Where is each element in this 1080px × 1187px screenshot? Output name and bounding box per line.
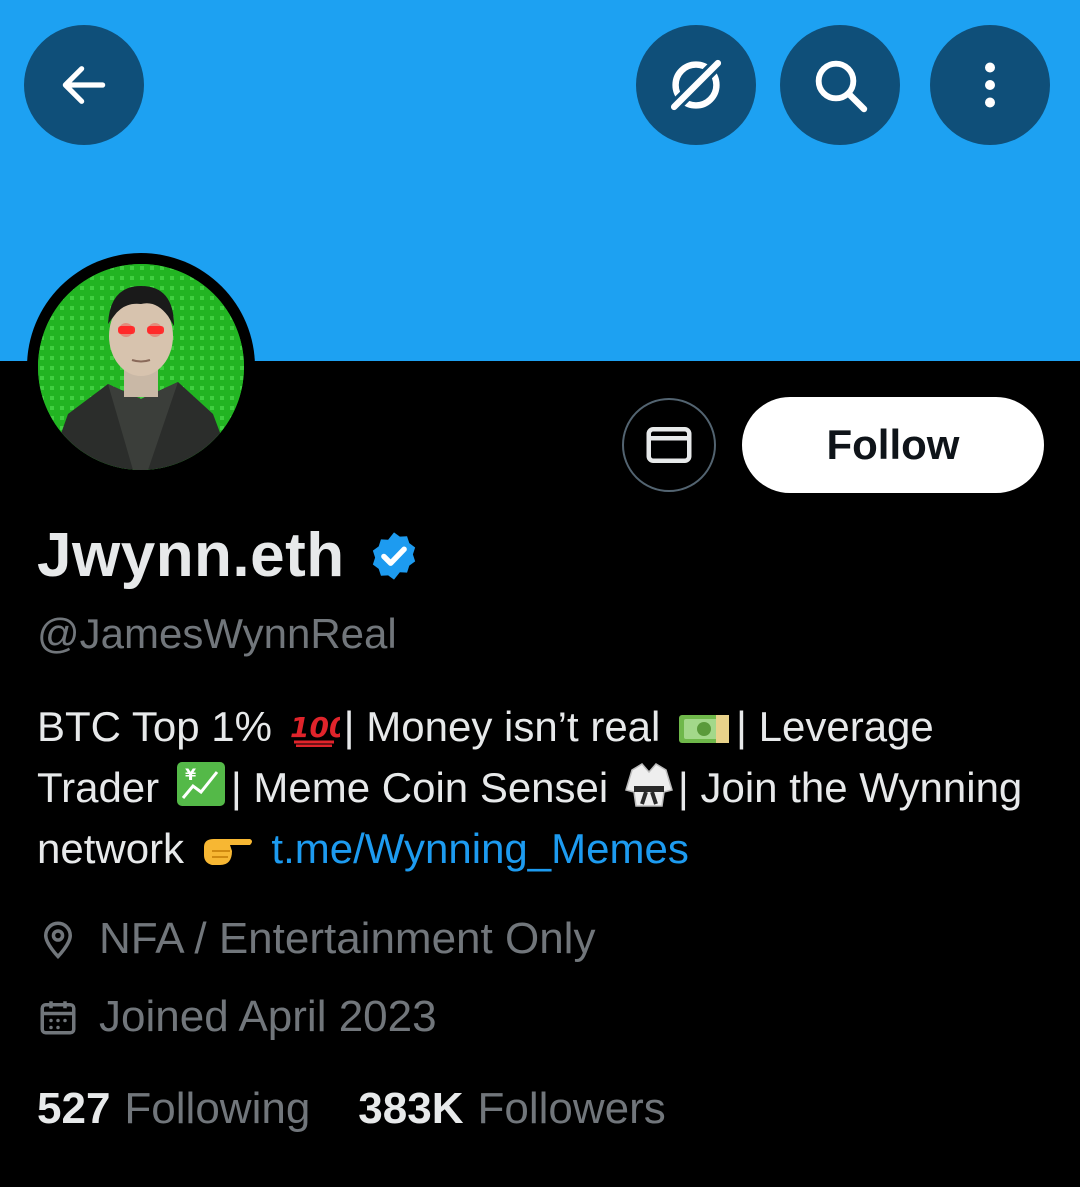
display-name: Jwynn.eth	[37, 521, 345, 590]
followers-label: Followers	[477, 1084, 666, 1133]
more-options-button[interactable]	[930, 25, 1050, 145]
location-pin-icon	[43, 921, 73, 960]
joined-text: Joined April 2023	[99, 992, 437, 1041]
svg-text:¥: ¥	[185, 765, 196, 784]
location-text: NFA / Entertainment Only	[99, 914, 596, 963]
verified-badge-icon[interactable]	[367, 529, 421, 583]
followers-link[interactable]: 383K Followers	[358, 1084, 665, 1134]
chart-yen-emoji-icon: ¥	[176, 762, 225, 806]
bio-text-2: | Money isn’t real	[343, 703, 661, 750]
grok-icon	[668, 57, 724, 113]
avatar-image	[38, 264, 244, 470]
following-count: 527	[37, 1084, 111, 1133]
money-bills-emoji-icon	[679, 715, 730, 743]
back-button[interactable]	[24, 25, 144, 145]
more-vertical-icon	[985, 62, 995, 108]
profile-bio: BTC Top 1% 100 | Money isn’t real | Leve…	[37, 696, 1047, 879]
search-button[interactable]	[780, 25, 900, 145]
bio-text-1: BTC Top 1%	[37, 703, 272, 750]
avatar[interactable]	[38, 264, 244, 470]
martial-arts-uniform-emoji-icon	[624, 763, 673, 807]
followers-count: 383K	[358, 1084, 464, 1133]
follow-button[interactable]: Follow	[742, 397, 1044, 493]
following-label: Following	[124, 1084, 311, 1133]
grok-button[interactable]	[636, 25, 756, 145]
mail-icon	[646, 427, 692, 463]
calendar-icon	[40, 1001, 76, 1035]
svg-text:100: 100	[290, 711, 340, 744]
hundred-points-emoji-icon: 100	[290, 711, 340, 747]
user-handle: @JamesWynnReal	[37, 610, 397, 657]
back-arrow-icon	[62, 66, 106, 104]
search-icon	[815, 60, 868, 113]
avatar-frame	[27, 253, 255, 481]
joined-row: Joined April 2023	[37, 992, 437, 1042]
pointing-right-emoji-icon	[203, 839, 252, 865]
bio-text-4: | Meme Coin Sensei	[230, 764, 609, 811]
display-name-row: Jwynn.eth	[37, 520, 421, 591]
bio-link[interactable]: t.me/Wynning_Memes	[271, 825, 688, 872]
location-row: NFA / Entertainment Only	[37, 914, 595, 964]
follow-stats: 527 Following 383K Followers	[37, 1084, 714, 1134]
message-button[interactable]	[622, 398, 716, 492]
following-link[interactable]: 527 Following	[37, 1084, 310, 1134]
